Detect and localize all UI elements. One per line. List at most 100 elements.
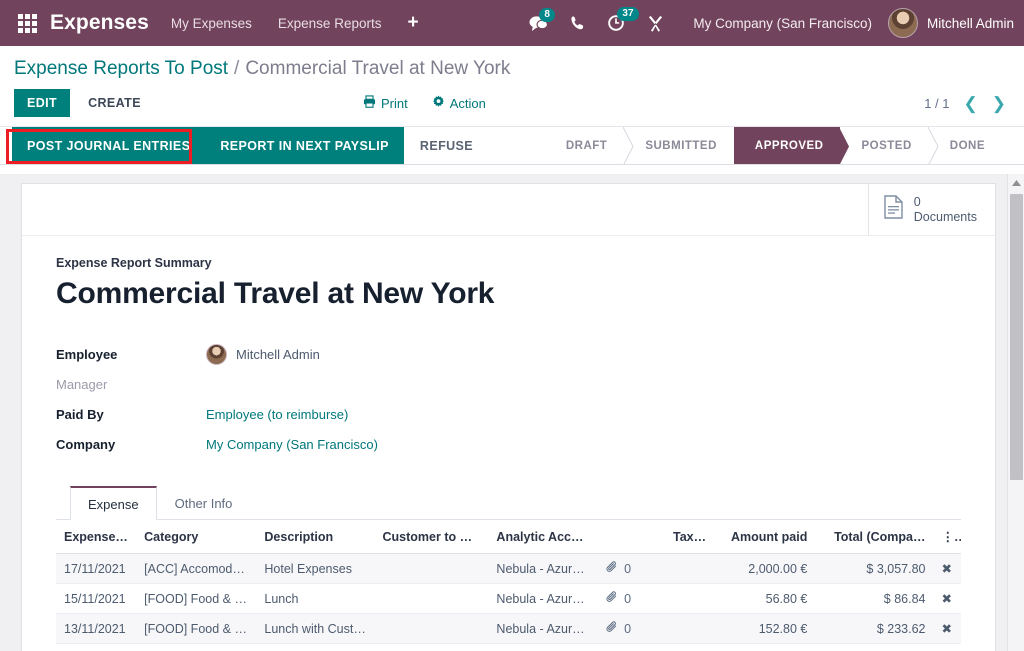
activity-badge: 37 (617, 7, 638, 21)
attachment-count: 0 (624, 592, 631, 606)
clock-icon[interactable]: 37 (607, 14, 625, 32)
remove-row-icon[interactable]: ✖ (934, 614, 962, 644)
field-label-employee: Employee (56, 347, 206, 362)
documents-stat-text: 0 Documents (914, 195, 977, 224)
tab-other-info[interactable]: Other Info (157, 486, 251, 520)
cell-attachments: 0 (598, 584, 653, 614)
breadcrumb-current: Commercial Travel at New York (245, 58, 510, 80)
attachment-count: 0 (624, 622, 631, 636)
cell-customer (375, 554, 489, 584)
app-brand-expenses[interactable]: Expenses (50, 11, 149, 35)
nav-add-button[interactable]: + (407, 12, 418, 34)
documents-stat-button[interactable]: 0 Documents (868, 184, 995, 235)
tab-expense[interactable]: Expense (70, 486, 157, 520)
avatar[interactable] (888, 8, 918, 38)
cell-tax (653, 644, 714, 651)
col-taxes[interactable]: Tax… (653, 520, 714, 554)
cell-attachments: 0 (598, 554, 653, 584)
chevron-right-icon[interactable]: ❯ (992, 95, 1006, 112)
scroll-up-icon[interactable] (1008, 174, 1024, 191)
remove-row-icon[interactable]: ✖ (934, 554, 962, 584)
nav-item-my-expenses[interactable]: My Expenses (171, 16, 252, 31)
col-category[interactable]: Category (136, 520, 256, 554)
print-menu[interactable]: Print (363, 95, 408, 111)
remove-row-icon[interactable]: ✖ (934, 584, 962, 614)
scrollbar-thumb[interactable] (1010, 194, 1023, 480)
apps-grid-icon[interactable] (10, 14, 44, 33)
cell-date: 17/11/2021 (56, 554, 136, 584)
stage-label: DONE (950, 140, 985, 152)
chevron-left-icon[interactable]: ❮ (964, 95, 978, 112)
field-manager: Manager (56, 372, 961, 397)
cell-description: Hotel Expenses (256, 554, 374, 584)
post-journal-entries-button[interactable]: POST JOURNAL ENTRIES (12, 127, 205, 164)
stage-arrow-icon (928, 127, 939, 164)
create-button[interactable]: CREATE (76, 89, 153, 117)
col-description[interactable]: Description (256, 520, 374, 554)
chat-icon[interactable]: 8 (529, 15, 548, 32)
navbar-company-selector[interactable]: My Company (San Francisco) (693, 16, 872, 31)
table-row[interactable]: 12/11/2021 [TRANS] Flights,… Travel by A… (56, 644, 961, 651)
table-row[interactable]: 15/11/2021 [FOOD] Food & … Lunch Nebula … (56, 584, 961, 614)
action-label: Action (450, 96, 486, 111)
cell-amount-paid: 2,000.00 € (714, 554, 815, 584)
refuse-button[interactable]: REFUSE (404, 127, 489, 164)
stage-draft[interactable]: DRAFT (545, 127, 624, 164)
form-fields: Employee Mitchell Admin Manager Paid By … (56, 342, 961, 457)
navbar-right-group: 8 37 My Company (San Francisco) (518, 8, 1024, 38)
breadcrumb: Expense Reports To Post / Commercial Tra… (0, 46, 1024, 80)
field-paid-by: Paid By Employee (to reimburse) (56, 402, 961, 427)
field-company: Company My Company (San Francisco) (56, 432, 961, 457)
wrench-icon[interactable] (647, 15, 664, 32)
pager-count: 1 / 1 (924, 96, 949, 111)
cell-tax (653, 614, 714, 644)
breadcrumb-root-link[interactable]: Expense Reports To Post (14, 58, 228, 80)
stage-done[interactable]: DONE (929, 127, 1002, 164)
cell-analytic: Our Super Prod… (488, 644, 598, 651)
field-value-employee[interactable]: Mitchell Admin (206, 344, 320, 365)
cell-tax (653, 584, 714, 614)
sheet-body: Expense Report Summary Commercial Travel… (22, 236, 995, 651)
cell-category: [TRANS] Flights,… (136, 644, 256, 651)
vertical-scrollbar[interactable] (1007, 174, 1024, 651)
field-label-paid-by: Paid By (56, 407, 206, 422)
nav-item-expense-reports[interactable]: Expense Reports (278, 16, 382, 31)
field-value-company[interactable]: My Company (San Francisco) (206, 437, 378, 452)
remove-row-icon[interactable]: ✖ (934, 644, 962, 651)
cell-amount-paid: 56.80 € (714, 584, 815, 614)
cell-total-company: $ 3,057.80 (815, 554, 933, 584)
col-attachments[interactable] (598, 520, 653, 554)
cell-description: Lunch with Cust… (256, 614, 374, 644)
cell-date: 13/11/2021 (56, 614, 136, 644)
action-menu[interactable]: Action (432, 95, 486, 111)
col-amount-paid[interactable]: Amount paid (714, 520, 815, 554)
phone-icon[interactable] (570, 15, 585, 31)
record-sheet: 0 Documents Expense Report Summary Comme… (21, 183, 996, 651)
control-panel-actions: Print Action (363, 95, 486, 111)
cell-category: [FOOD] Food & … (136, 614, 256, 644)
cell-total-company: $ 1,070.23 (815, 644, 933, 651)
cell-customer (375, 584, 489, 614)
stage-submitted[interactable]: SUBMITTED (624, 127, 734, 164)
stage-label: DRAFT (566, 140, 607, 152)
kebab-menu-icon[interactable]: ⋮ (934, 520, 962, 554)
employee-avatar (206, 344, 227, 365)
table-row[interactable]: 17/11/2021 [ACC] Accomod… Hotel Expenses… (56, 554, 961, 584)
field-value-paid-by[interactable]: Employee (to reimburse) (206, 407, 348, 422)
stage-label: POSTED (861, 140, 911, 152)
cell-date: 15/11/2021 (56, 584, 136, 614)
stage-posted[interactable]: POSTED (840, 127, 928, 164)
col-analytic-account[interactable]: Analytic Acco… (488, 520, 598, 554)
stage-approved[interactable]: APPROVED (734, 127, 841, 164)
workflow-buttons: POST JOURNAL ENTRIES REPORT IN NEXT PAYS… (0, 127, 489, 164)
field-label-company: Company (56, 437, 206, 452)
col-total-company[interactable]: Total (Compa… (815, 520, 933, 554)
cell-category: [ACC] Accomod… (136, 554, 256, 584)
edit-button[interactable]: EDIT (14, 89, 70, 117)
col-customer-to-reinvoice[interactable]: Customer to R… (375, 520, 489, 554)
report-in-next-payslip-button[interactable]: REPORT IN NEXT PAYSLIP (205, 127, 404, 164)
cell-description: Travel by Air (256, 644, 374, 651)
table-row[interactable]: 13/11/2021 [FOOD] Food & … Lunch with Cu… (56, 614, 961, 644)
col-expense-date[interactable]: Expense … (56, 520, 136, 554)
navbar-user-menu[interactable]: Mitchell Admin (927, 16, 1014, 31)
